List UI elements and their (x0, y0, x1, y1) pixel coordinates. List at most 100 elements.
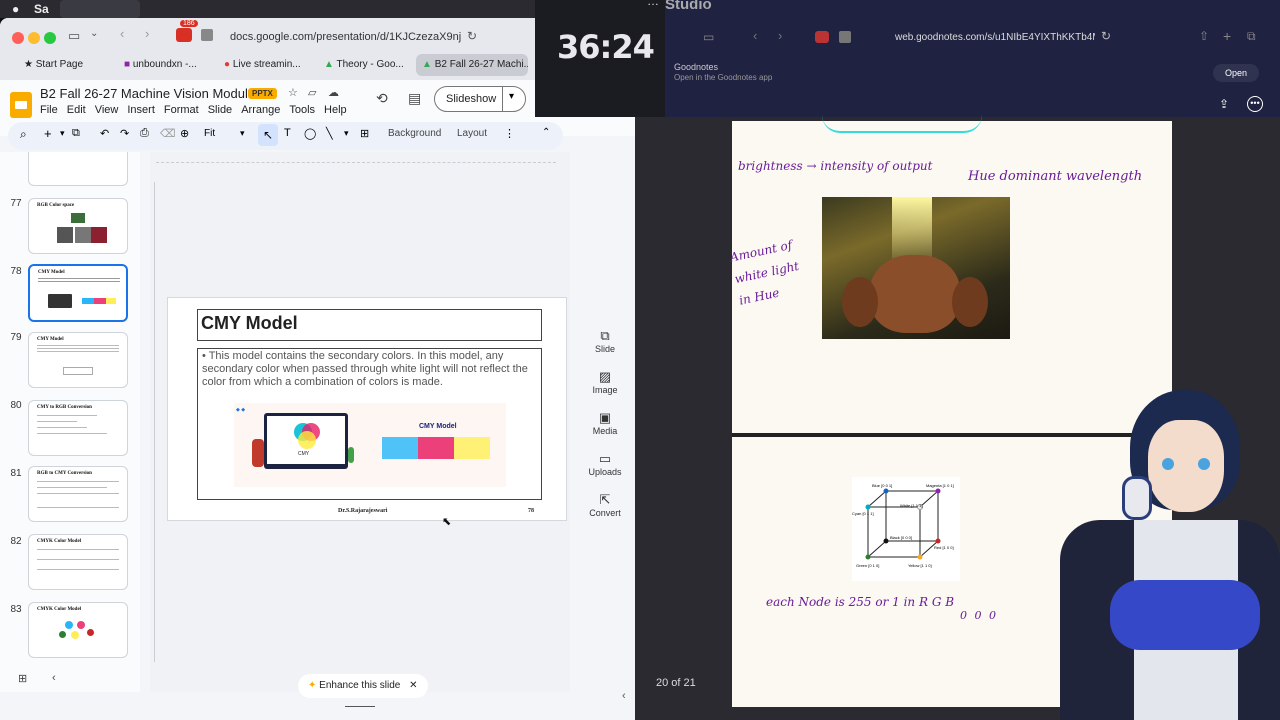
slide-bullet: • This model contains the secondary colo… (202, 350, 528, 388)
tab-unbound[interactable]: ■ unboundxn -... (118, 54, 218, 76)
convert-tool[interactable]: ⇱ Convert (580, 492, 630, 532)
more-icon[interactable]: ••• (1247, 96, 1263, 112)
thumbnail-number: 78 (10, 266, 22, 277)
sidebar-toggle-icon[interactable]: ▭ (68, 28, 80, 44)
back-icon[interactable]: ‹ (120, 26, 124, 41)
more-icon[interactable]: … (647, 0, 659, 8)
tab-active-slides[interactable]: ▲ B2 Fall 26-27 Machi... (416, 54, 528, 76)
vtuber-avatar (1030, 380, 1280, 720)
menu-tools[interactable]: Tools (289, 104, 315, 116)
comment-add-icon[interactable]: ⊞ (360, 127, 369, 140)
thumbnail-title: CMYK Color Model (37, 539, 82, 544)
close-icon[interactable]: ✕ (409, 680, 417, 691)
redo-icon[interactable]: ↷ (120, 127, 129, 140)
slideshow-button[interactable]: Slideshow (446, 93, 496, 105)
reload-icon[interactable]: ↻ (467, 29, 477, 43)
url-field[interactable]: docs.google.com/presentation/d/1KJCzezaX… (230, 26, 485, 48)
slide-title-box[interactable]: CMY Model (197, 309, 542, 341)
grid-view-icon[interactable]: ⊞ (18, 672, 27, 685)
history-icon[interactable]: ⟲ (376, 90, 388, 107)
menu-edit[interactable]: Edit (67, 104, 86, 116)
yellow-swatch (454, 437, 490, 459)
menu-format[interactable]: Format (164, 104, 199, 116)
collapse-panel-icon[interactable]: ‹ (622, 690, 626, 702)
thumbnail-80[interactable]: CMY to RGB Conversion (28, 400, 128, 456)
slide-title: CMY Model (201, 313, 298, 333)
chevron-down-icon[interactable]: ▾ (60, 128, 65, 139)
search-icon[interactable]: ⌕ (20, 127, 27, 142)
tabs-overview-icon[interactable]: ⧉ (1247, 29, 1256, 44)
maximize-window-button[interactable] (44, 32, 56, 44)
collapse-icon[interactable]: ‹ (52, 672, 56, 684)
back-icon[interactable]: ‹ (753, 28, 757, 43)
chevron-down-icon[interactable]: ⌄ (90, 28, 98, 39)
reload-icon[interactable]: ↻ (1101, 29, 1111, 43)
new-slide-icon[interactable]: + (44, 126, 52, 141)
share-icon[interactable]: ⇧ (1199, 29, 1209, 43)
sidebar-toggle-icon[interactable]: ▭ (703, 30, 714, 44)
chevron-up-icon[interactable]: ⌃ (542, 127, 550, 138)
shield-icon[interactable] (201, 29, 213, 41)
slide-tool[interactable]: ⧉ Slide (580, 328, 630, 368)
paint-format-icon[interactable]: ⌫ (160, 127, 176, 140)
enhance-slide-chip[interactable]: ✦ Enhance this slide ✕ (298, 674, 428, 698)
text-box-icon[interactable]: T (284, 127, 291, 139)
print-icon[interactable]: ⎙ (140, 127, 149, 140)
thumbnail-78[interactable]: CMY Model (28, 264, 128, 322)
zoom-select[interactable]: Fit (204, 128, 215, 139)
thumbnail-77[interactable]: RGB Color space (28, 198, 128, 254)
menu-insert[interactable]: Insert (127, 104, 155, 116)
tab-start-page[interactable]: ★ Start Page (18, 54, 118, 76)
thumbnail-81[interactable]: RGB to CMY Conversion (28, 466, 128, 522)
thumbnail-82[interactable]: CMYK Color Model (28, 534, 128, 590)
tab-theory[interactable]: ▲ Theory - Goo... (318, 54, 414, 76)
star-icon[interactable]: ☆ (288, 86, 298, 99)
layout-button[interactable]: Layout (457, 128, 487, 139)
thumbnail-83[interactable]: CMYK Color Model (28, 602, 128, 658)
media-tool[interactable]: ▣ Media (580, 410, 630, 450)
extension-icon[interactable] (815, 31, 829, 43)
new-slide-layout-icon[interactable]: ⧉ (72, 127, 80, 140)
zoom-icon[interactable]: ⊕ (180, 127, 189, 140)
image-tool[interactable]: ▨ Image (580, 369, 630, 409)
shield-icon[interactable] (839, 31, 851, 43)
menu-slide[interactable]: Slide (208, 104, 232, 116)
forward-icon[interactable]: › (145, 26, 149, 41)
chevron-down-icon[interactable]: ▾ (344, 128, 349, 139)
slides-logo-icon[interactable] (10, 92, 32, 118)
new-tab-icon[interactable]: + (1223, 28, 1231, 44)
folder-icon[interactable]: ▱ (308, 86, 316, 99)
thumbnail-partial[interactable] (28, 152, 128, 186)
minimize-window-button[interactable] (28, 32, 40, 44)
document-title[interactable]: B2 Fall 26-27 Machine Vision Module 1 (40, 86, 266, 101)
select-tool-icon[interactable]: ↖ (258, 124, 278, 146)
menu-help[interactable]: Help (324, 104, 347, 116)
tab-live-streaming[interactable]: ● Live streamin... (218, 54, 318, 76)
undo-icon[interactable]: ↶ (100, 127, 109, 140)
url-field[interactable]: web.goodnotes.com/s/u1NIbE4YIXThKKTb4M6P (895, 32, 1095, 43)
more-vertical-icon[interactable]: ⋮ (504, 127, 515, 140)
forward-icon[interactable]: › (778, 28, 782, 43)
chevron-down-icon[interactable]: ▾ (240, 128, 245, 139)
plant-figure (348, 447, 354, 463)
cloud-icon[interactable]: ☁ (328, 86, 339, 99)
extension-icon[interactable] (176, 28, 192, 42)
app-menu[interactable]: Sa (34, 2, 49, 16)
menu-view[interactable]: View (95, 104, 119, 116)
shape-icon[interactable]: ◯ (304, 127, 316, 140)
share-icon[interactable]: ⇪ (1219, 97, 1229, 111)
comment-icon[interactable]: ▤ (408, 90, 421, 107)
slide-body-box[interactable]: • This model contains the secondary colo… (197, 348, 542, 500)
close-window-button[interactable] (12, 32, 24, 44)
timer-overlay: … 36:24 (535, 0, 665, 117)
chevron-down-icon[interactable]: ▾ (509, 91, 514, 102)
line-icon[interactable]: ╲ (326, 127, 333, 140)
apple-icon[interactable]: ● (12, 2, 19, 16)
menu-file[interactable]: File (40, 104, 58, 116)
uploads-tool[interactable]: ▭ Uploads (580, 451, 630, 491)
current-slide[interactable]: CMY Model • This model contains the seco… (167, 297, 567, 521)
open-app-button[interactable]: Open (1213, 64, 1259, 82)
menu-arrange[interactable]: Arrange (241, 104, 280, 116)
background-button[interactable]: Background (388, 128, 441, 139)
thumbnail-79[interactable]: CMY Model (28, 332, 128, 388)
